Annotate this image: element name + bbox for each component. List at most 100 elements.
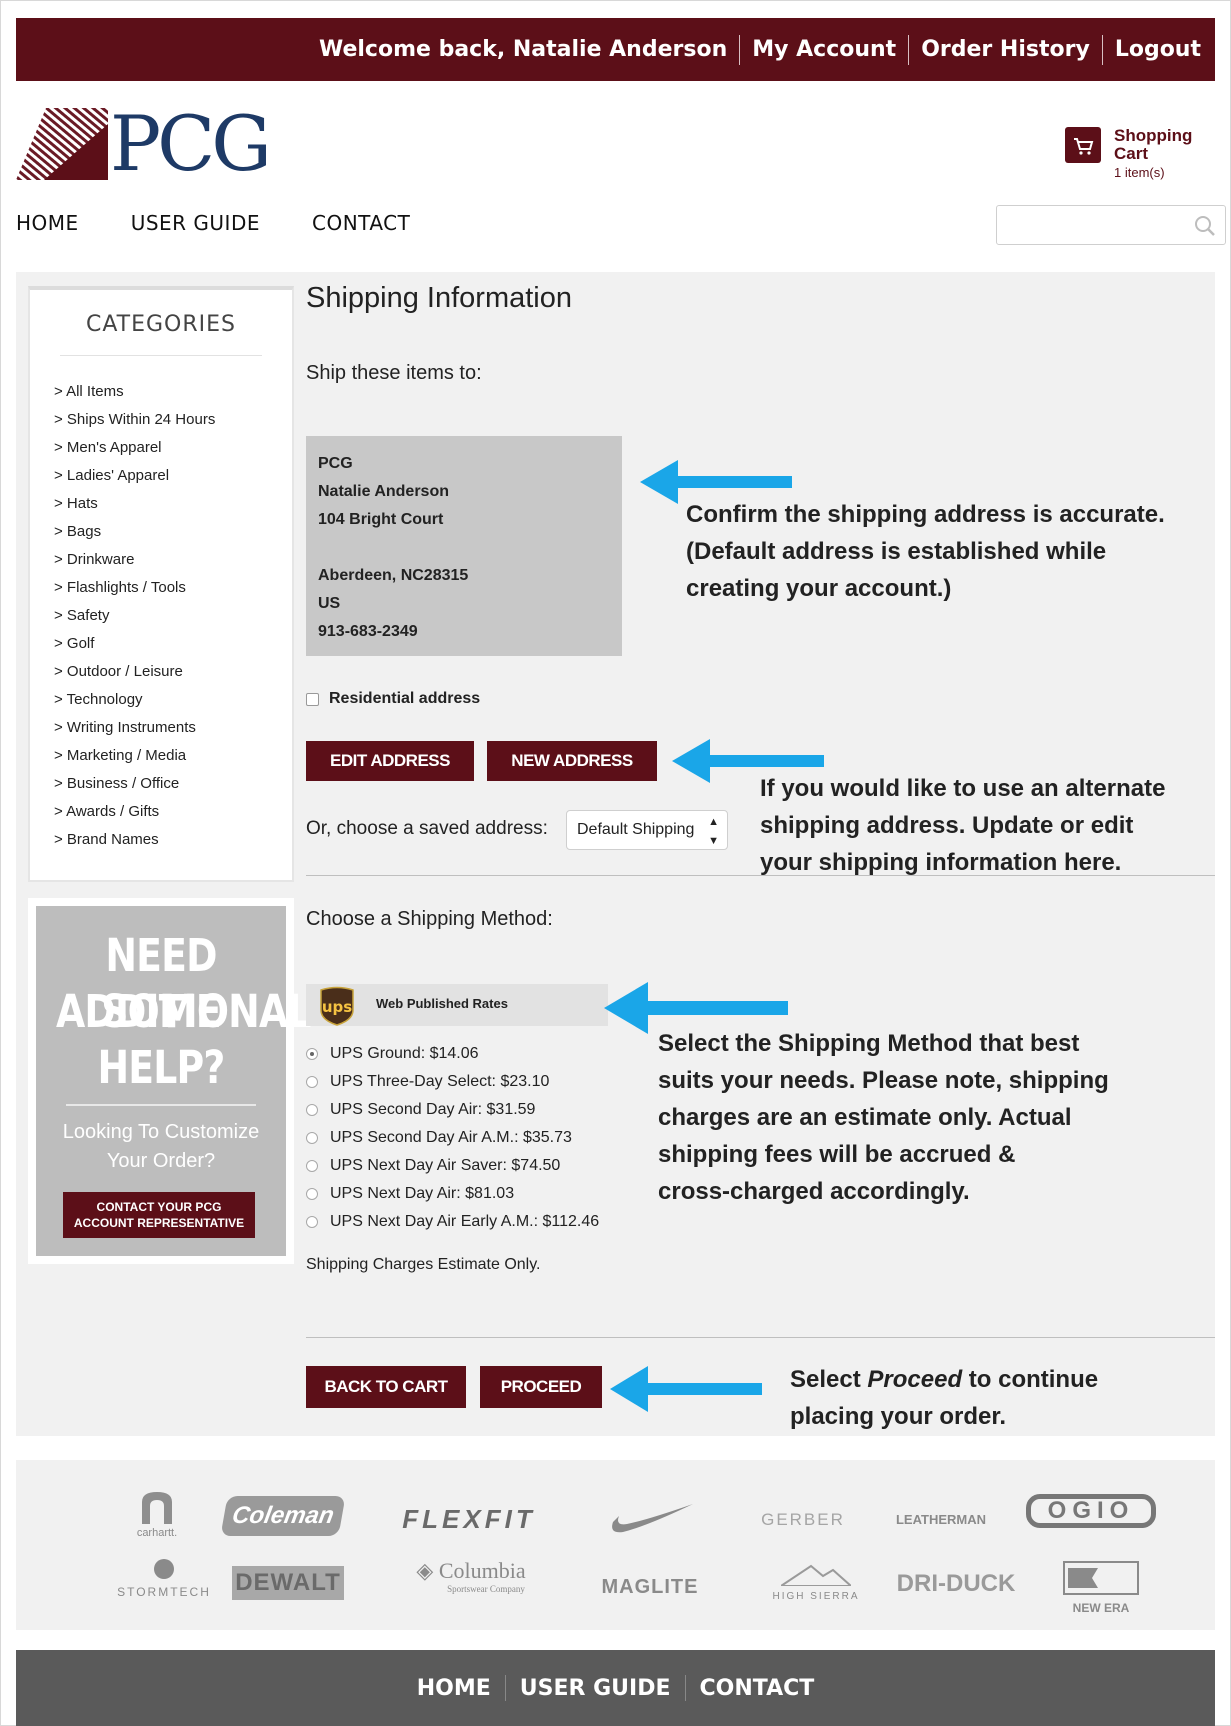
shipping-option[interactable]: UPS Second Day Air A.M.: $35.73 xyxy=(306,1124,599,1152)
page-title: Shipping Information xyxy=(306,282,572,314)
leatherman-logo[interactable]: LEATHERMAN xyxy=(876,1512,1006,1527)
logout-link[interactable]: Logout xyxy=(1115,37,1201,62)
annotation-line: your shipping information here. xyxy=(760,849,1122,876)
nav-home[interactable]: HOME xyxy=(16,211,79,235)
columbia-logo[interactable]: ◈ Columbia Sportswear Company xyxy=(396,1558,546,1594)
shipping-options: UPS Ground: $14.06 UPS Three-Day Select:… xyxy=(306,1040,599,1236)
contact-rep-button[interactable]: CONTACT YOUR PCG ACCOUNT REPRESENTATIVE xyxy=(63,1192,255,1238)
annotation-line: shipping fees will be accrued & xyxy=(658,1141,1016,1168)
new-era-text: NEW ERA xyxy=(1072,1601,1130,1615)
category-ships-24[interactable]: > Ships Within 24 Hours xyxy=(54,406,292,434)
help-sub-2: Your Order? xyxy=(106,1150,216,1172)
annotation-line: Confirm the shipping address is accurate… xyxy=(686,501,1165,528)
category-mens[interactable]: > Men's Apparel xyxy=(54,434,292,462)
category-hats[interactable]: > Hats xyxy=(54,490,292,518)
address-company: PCG xyxy=(318,455,353,472)
category-business[interactable]: > Business / Office xyxy=(54,770,292,798)
category-technology[interactable]: > Technology xyxy=(54,686,292,714)
categories-list: > All Items > Ships Within 24 Hours > Me… xyxy=(54,378,292,854)
carrier-label: Web Published Rates xyxy=(376,996,508,1011)
address-phone: 913-683-2349 xyxy=(318,623,418,640)
order-history-link[interactable]: Order History xyxy=(921,37,1090,62)
footer-home-link[interactable]: HOME xyxy=(417,1676,491,1701)
carhartt-text: carhartt. xyxy=(136,1527,178,1539)
shopping-cart[interactable]: Shopping Cart 1 item(s) xyxy=(1065,127,1231,183)
ogio-logo[interactable]: OGIO xyxy=(1026,1494,1156,1528)
radio-button[interactable] xyxy=(306,1104,318,1116)
radio-button[interactable] xyxy=(306,1048,318,1060)
pcg-logo[interactable]: PCG xyxy=(16,102,272,186)
proceed-button[interactable]: PROCEED xyxy=(480,1366,602,1408)
gerber-logo[interactable]: GERBER xyxy=(748,1510,858,1530)
top-bar: Welcome back, Natalie Anderson My Accoun… xyxy=(16,18,1215,81)
coleman-logo[interactable]: Coleman xyxy=(220,1496,346,1536)
nav-user-guide[interactable]: USER GUIDE xyxy=(131,211,260,235)
contact-rep-line-2: ACCOUNT REPRESENTATIVE xyxy=(73,1216,245,1230)
shipping-option[interactable]: UPS Next Day Air Saver: $74.50 xyxy=(306,1152,599,1180)
annotation-proceed: Select Proceed to continue placing your … xyxy=(790,1361,1098,1435)
back-to-cart-button[interactable]: BACK TO CART xyxy=(306,1366,466,1408)
separator xyxy=(504,1675,506,1701)
radio-button[interactable] xyxy=(306,1132,318,1144)
shipping-option[interactable]: UPS Three-Day Select: $23.10 xyxy=(306,1068,599,1096)
category-safety[interactable]: > Safety xyxy=(54,602,292,630)
nav-contact[interactable]: CONTACT xyxy=(312,211,410,235)
high-sierra-logo[interactable]: HIGH SIERRA xyxy=(756,1564,876,1602)
nike-logo[interactable] xyxy=(602,1496,702,1541)
carhartt-logo[interactable]: carhartt. xyxy=(112,1490,202,1539)
separator xyxy=(739,34,741,65)
category-awards[interactable]: > Awards / Gifts xyxy=(54,798,292,826)
stormtech-logo[interactable]: STORMTECH xyxy=(94,1558,234,1599)
category-ladies[interactable]: > Ladies' Apparel xyxy=(54,462,292,490)
saved-address-select[interactable]: Default Shipping ▲ ▼ xyxy=(566,810,728,850)
new-address-button[interactable]: NEW ADDRESS xyxy=(487,741,657,781)
category-brand-names[interactable]: > Brand Names xyxy=(54,826,292,854)
residential-checkbox-row[interactable]: Residential address xyxy=(306,690,480,708)
category-drinkware[interactable]: > Drinkware xyxy=(54,546,292,574)
category-outdoor[interactable]: > Outdoor / Leisure xyxy=(54,658,292,686)
annotation-line: suits your needs. Please note, shipping xyxy=(658,1067,1109,1094)
separator xyxy=(908,34,910,65)
maglite-logo[interactable]: MAGLITE xyxy=(580,1576,720,1599)
footer-contact-link[interactable]: CONTACT xyxy=(700,1676,815,1701)
cart-icon[interactable] xyxy=(1065,127,1101,163)
flexfit-logo[interactable]: FLEXFIT xyxy=(384,1504,554,1535)
saved-address-value: Default Shipping xyxy=(577,821,695,838)
radio-button[interactable] xyxy=(306,1188,318,1200)
radio-button[interactable] xyxy=(306,1160,318,1172)
category-flashlights[interactable]: > Flashlights / Tools xyxy=(54,574,292,602)
category-all-items[interactable]: > All Items xyxy=(54,378,292,406)
category-marketing[interactable]: > Marketing / Media xyxy=(54,742,292,770)
cart-title: Shopping Cart xyxy=(1114,126,1193,163)
search-icon[interactable] xyxy=(1193,214,1217,242)
address-city: Aberdeen, NC28315 xyxy=(318,567,469,584)
shipping-option[interactable]: UPS Next Day Air: $81.03 xyxy=(306,1180,599,1208)
shipping-option[interactable]: UPS Next Day Air Early A.M.: $112.46 xyxy=(306,1208,599,1236)
ship-to-label: Ship these items to: xyxy=(306,362,482,384)
footer-user-guide-link[interactable]: USER GUIDE xyxy=(520,1676,671,1701)
category-golf[interactable]: > Golf xyxy=(54,630,292,658)
search-input[interactable] xyxy=(996,205,1226,245)
radio-button[interactable] xyxy=(306,1216,318,1228)
cart-text[interactable]: Shopping Cart 1 item(s) xyxy=(1114,127,1231,183)
divider xyxy=(60,355,262,356)
dri-duck-logo[interactable]: DRI-DUCK xyxy=(886,1570,1026,1598)
welcome-text: Welcome back, Natalie Anderson xyxy=(318,37,728,62)
residential-checkbox[interactable] xyxy=(306,692,319,706)
radio-button[interactable] xyxy=(306,1076,318,1088)
new-era-logo[interactable]: NEW ERA xyxy=(1056,1558,1146,1615)
address-box: PCG Natalie Anderson 104 Bright Court Ab… xyxy=(306,436,622,656)
edit-address-button[interactable]: EDIT ADDRESS xyxy=(306,741,474,781)
category-bags[interactable]: > Bags xyxy=(54,518,292,546)
help-line-2: ADDITIONAL xyxy=(56,985,311,1038)
shipping-option[interactable]: UPS Second Day Air: $31.59 xyxy=(306,1096,599,1124)
address-street: 104 Bright Court xyxy=(318,511,444,528)
annotation-text: Select xyxy=(790,1366,868,1393)
shipping-option[interactable]: UPS Ground: $14.06 xyxy=(306,1040,599,1068)
dewalt-logo[interactable]: DEWALT xyxy=(232,1566,344,1600)
footer-links: HOME USER GUIDE CONTACT xyxy=(16,1650,1215,1726)
category-writing[interactable]: > Writing Instruments xyxy=(54,714,292,742)
annotation-text: to continue xyxy=(962,1366,1099,1393)
help-banner[interactable]: NEED SOME ADDITIONAL HELP? Looking To Cu… xyxy=(28,898,311,1264)
my-account-link[interactable]: My Account xyxy=(752,37,896,62)
